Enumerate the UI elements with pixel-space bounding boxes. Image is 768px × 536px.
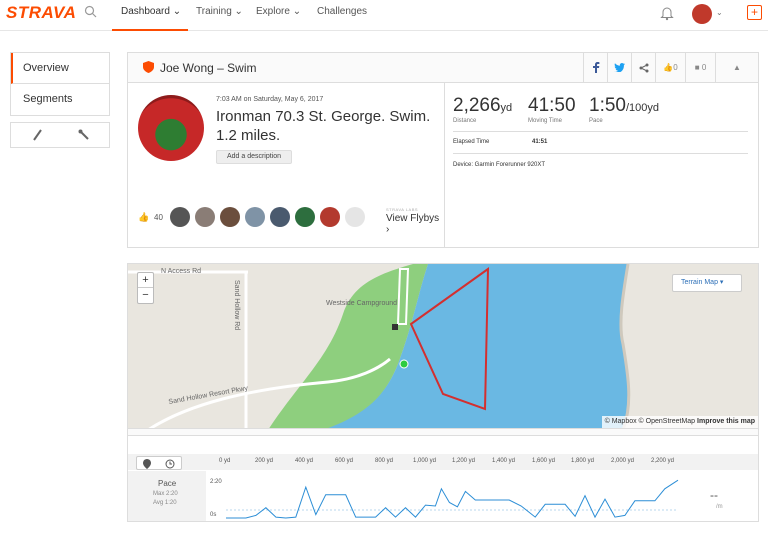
search-icon[interactable] — [84, 5, 98, 19]
map-canvas[interactable] — [128, 264, 759, 429]
sidebar-item-segments[interactable]: Segments — [11, 84, 109, 115]
avatar[interactable] — [220, 207, 240, 227]
kudos-count[interactable]: 40 — [154, 213, 163, 222]
pace-label: Pace — [589, 118, 603, 124]
activity-sidebar: Overview Segments — [10, 52, 110, 116]
start-marker — [399, 359, 409, 369]
map-place-label: Westside Campground — [326, 300, 398, 307]
moving-time-value: 41:50 — [528, 95, 576, 116]
bell-icon[interactable] — [660, 5, 674, 21]
activity-header: Joe Wong – Swim 👍0 ■ 0 ▲ — [128, 53, 758, 83]
kudos-icon[interactable]: 👍 — [138, 212, 149, 223]
view-flybys-link[interactable]: View Flybys › — [386, 213, 443, 235]
nav-explore[interactable]: Explore ⌄ — [256, 6, 301, 17]
zoom-out-button[interactable]: − — [138, 288, 153, 303]
elevation-pace-chart: 0 yd 200 yd 400 yd 600 yd 800 yd 1,000 y… — [127, 436, 759, 522]
pace-value: 1:50/100yd — [589, 95, 660, 116]
moving-time-label: Moving Time — [528, 118, 563, 124]
activity-map[interactable]: + − N Access Rd Sand Hollow Rd Sand Holl… — [127, 263, 759, 429]
chevron-down-icon: ⌄ — [292, 6, 302, 17]
share-icon — [639, 63, 648, 73]
active-tab-indicator — [112, 29, 188, 31]
map-attribution: © Mapbox © OpenStreetMap Improve this ma… — [601, 416, 758, 428]
activity-header-title: Joe Wong – Swim — [160, 61, 257, 75]
nav-challenges[interactable]: Challenges — [317, 6, 367, 17]
pace-hover-unit: /m — [716, 504, 723, 510]
sidebar-item-overview[interactable]: Overview — [11, 53, 109, 84]
user-avatar[interactable] — [692, 4, 712, 24]
thumbs-up-icon: 👍 — [663, 63, 674, 72]
facebook-icon — [592, 62, 599, 74]
avatar[interactable] — [195, 207, 215, 227]
nav-dashboard[interactable]: Dashboard ⌄ — [121, 6, 181, 17]
pace-chart-plot[interactable] — [128, 436, 760, 522]
avatar[interactable] — [170, 207, 190, 227]
chevron-down-icon: ⌄ — [234, 6, 243, 17]
nav-training[interactable]: Training ⌄ — [196, 6, 243, 17]
pace-series-line — [226, 479, 679, 519]
strava-labs-label: STRAVA LABS — [386, 207, 419, 212]
map-resize-handle[interactable] — [127, 429, 759, 436]
twitter-icon — [614, 63, 625, 74]
chevron-down-icon: ⌄ — [172, 6, 182, 17]
activity-datetime: 7:03 AM on Saturday, May 6, 2017 — [216, 96, 324, 103]
facebook-share-button[interactable] — [583, 53, 607, 82]
twitter-share-button[interactable] — [607, 53, 631, 82]
upload-plus-button[interactable]: + — [747, 5, 762, 20]
wrench-icon[interactable] — [77, 128, 91, 142]
map-road-label: Sand Hollow Rd — [233, 280, 240, 331]
athlete-avatar[interactable] — [138, 95, 204, 161]
elapsed-time-label: Elapsed Time — [453, 139, 490, 145]
improve-map-link[interactable]: Improve this map — [697, 418, 755, 425]
map-zoom-control: + − — [137, 272, 154, 304]
collapse-button[interactable]: ▲ — [715, 53, 758, 82]
divider — [453, 153, 748, 154]
comment-button[interactable]: ■ 0 — [685, 53, 715, 82]
comment-icon: ■ — [694, 63, 700, 72]
add-description-button[interactable]: Add a description — [216, 150, 292, 164]
chevron-up-icon: ▲ — [733, 63, 741, 72]
map-road-label: N Access Rd — [161, 268, 202, 275]
kudos-row: 👍 40 STRAVA LABS View Flybys › — [138, 207, 443, 235]
avatar[interactable] — [245, 207, 265, 227]
activity-title: Ironman 70.3 St. George. Swim. 1.2 miles… — [216, 108, 431, 144]
avatar[interactable] — [295, 207, 315, 227]
pace-hover-value: -- — [710, 488, 718, 502]
activity-summary-card: Joe Wong – Swim 👍0 ■ 0 ▲ 7:03 AM on Satu… — [127, 52, 759, 248]
chevron-down-icon[interactable]: ⌄ — [716, 8, 723, 17]
avatar[interactable] — [270, 207, 290, 227]
zoom-in-button[interactable]: + — [138, 273, 153, 288]
activity-tools — [10, 122, 110, 148]
finish-marker — [392, 324, 398, 330]
share-button[interactable] — [631, 53, 655, 82]
distance-value: 2,266yd — [453, 95, 513, 116]
elapsed-time-value: 41:51 — [532, 139, 548, 145]
terrain-map-select[interactable]: Terrain Map ▾ — [672, 274, 742, 292]
avatar[interactable] — [345, 207, 365, 227]
device-info: Device: Garmin Forerunner 920XT — [453, 162, 546, 168]
avatar[interactable] — [320, 207, 340, 227]
edit-pencil-icon[interactable] — [31, 128, 45, 142]
divider — [444, 83, 445, 248]
strava-logo[interactable]: STRAVA — [6, 3, 76, 23]
shield-icon — [143, 61, 154, 73]
chevron-down-icon: ▾ — [719, 279, 724, 286]
divider — [453, 131, 748, 132]
kudos-button[interactable]: 👍0 — [655, 53, 685, 82]
distance-label: Distance — [453, 118, 477, 124]
top-nav: STRAVA Dashboard ⌄ Training ⌄ Explore ⌄ … — [0, 0, 768, 31]
